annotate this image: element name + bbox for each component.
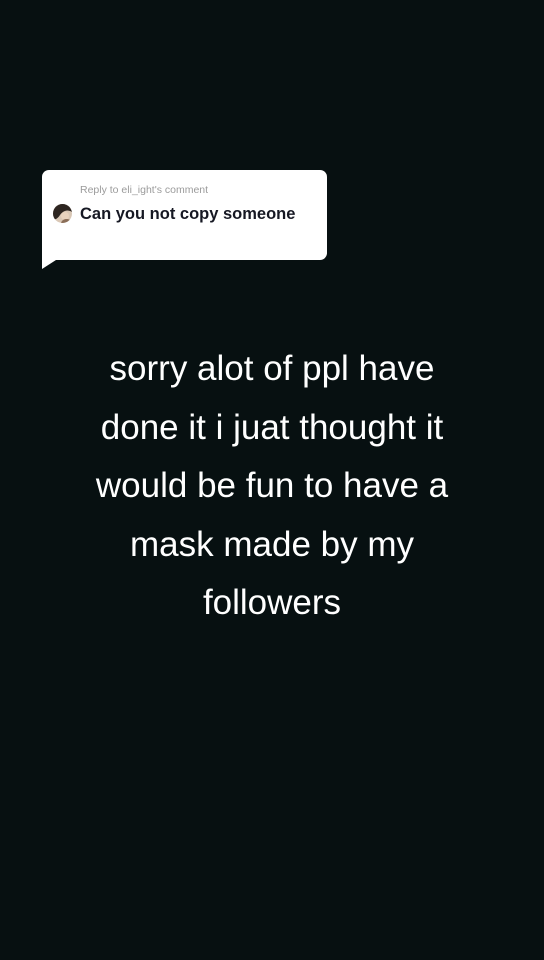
video-screen: Reply to eli_ight's comment Can you not … <box>0 0 544 960</box>
user-avatar-icon <box>53 204 72 223</box>
reply-header: Reply to eli_ight's comment <box>80 184 209 196</box>
reply-comment-sticker[interactable]: Reply to eli_ight's comment Can you not … <box>42 170 327 269</box>
bubble-tail <box>42 260 56 269</box>
caption-text: sorry alot of ppl have done it i juat th… <box>95 349 449 622</box>
reply-comment-text: Can you not copy someone <box>80 205 296 223</box>
